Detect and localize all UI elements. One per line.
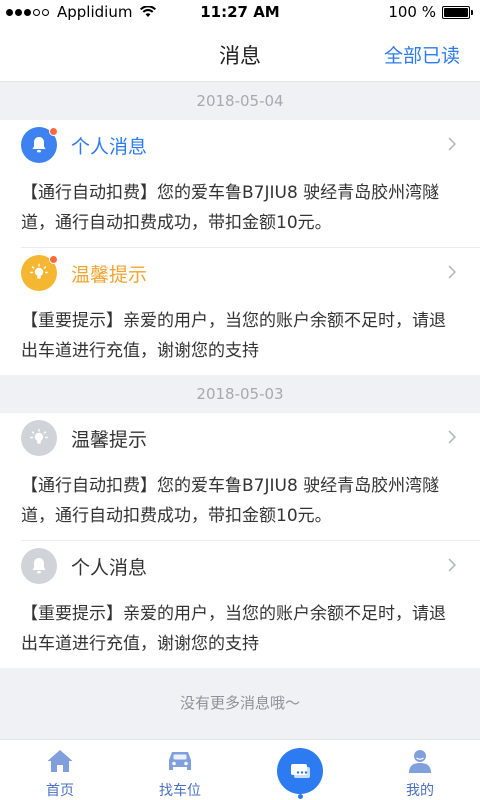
tab-label: 找车位 xyxy=(159,783,201,799)
lightbulb-icon xyxy=(21,255,58,291)
tab-mine[interactable]: 我的 xyxy=(360,740,480,800)
chevron-right-icon xyxy=(448,430,457,444)
tab-home[interactable]: 首页 xyxy=(0,740,120,800)
user-icon xyxy=(409,750,431,773)
message-header-tips[interactable]: 温馨提示 xyxy=(0,248,480,300)
message-header-personal[interactable]: 个人消息 xyxy=(0,541,480,593)
date-header: 2018-05-03 xyxy=(196,385,284,403)
unread-badge xyxy=(49,255,58,264)
nav-bar: 消息 全部已读 xyxy=(0,24,480,82)
home-icon xyxy=(47,750,73,772)
message-title: 温馨提示 xyxy=(71,264,148,286)
message-icon xyxy=(277,748,323,794)
message-header-tips[interactable]: 温馨提示 xyxy=(0,413,480,465)
tab-label: 我的 xyxy=(406,783,434,799)
message-title: 个人消息 xyxy=(71,557,148,579)
message-body: 【重要提示】亲爱的用户，当您的账户余额不足时，请退出车道进行充值，谢谢您的支持 xyxy=(21,604,446,654)
chevron-right-icon xyxy=(448,137,457,151)
message-header-personal[interactable]: 个人消息 xyxy=(0,120,480,172)
message-body: 【通行自动扣费】您的爱车鲁B7JIU8 驶经青岛胶州湾隧道，通行自动扣费成功，带… xyxy=(21,476,440,526)
message-group: 温馨提示 【通行自动扣费】您的爱车鲁B7JIU8 驶经青岛胶州湾隧道，通行自动扣… xyxy=(0,413,480,668)
bell-icon xyxy=(21,127,58,163)
active-tab-indicator xyxy=(298,794,303,799)
date-header: 2018-05-04 xyxy=(196,92,284,110)
lightbulb-icon xyxy=(21,420,57,456)
mark-all-read-button[interactable]: 全部已读 xyxy=(384,41,460,68)
status-bar: Applidium 11:27 AM 100 % xyxy=(0,0,480,24)
tab-messages[interactable] xyxy=(240,740,360,800)
tab-find-parking[interactable]: 找车位 xyxy=(120,740,240,800)
car-icon xyxy=(169,752,191,770)
tab-label: 首页 xyxy=(46,783,74,799)
no-more-messages-note: 没有更多消息哦～ xyxy=(179,694,300,712)
status-right: 100 % xyxy=(388,3,473,21)
message-group: 个人消息 【通行自动扣费】您的爱车鲁B7JIU8 驶经青岛胶州湾隧道，通行自动扣… xyxy=(0,120,480,375)
chevron-right-icon xyxy=(448,265,457,279)
message-body: 【通行自动扣费】您的爱车鲁B7JIU8 驶经青岛胶州湾隧道，通行自动扣费成功，带… xyxy=(21,183,440,233)
bell-icon xyxy=(21,548,57,584)
message-body: 【重要提示】亲爱的用户，当您的账户余额不足时，请退出车道进行充值，谢谢您的支持 xyxy=(21,311,446,361)
battery-icon xyxy=(442,5,473,19)
message-title: 温馨提示 xyxy=(71,429,148,451)
unread-badge xyxy=(49,127,58,136)
chevron-right-icon xyxy=(448,558,457,572)
message-title: 个人消息 xyxy=(71,136,148,158)
tab-bar: 首页 找车位 我的 xyxy=(0,739,480,800)
battery-percent: 100 % xyxy=(388,3,436,21)
